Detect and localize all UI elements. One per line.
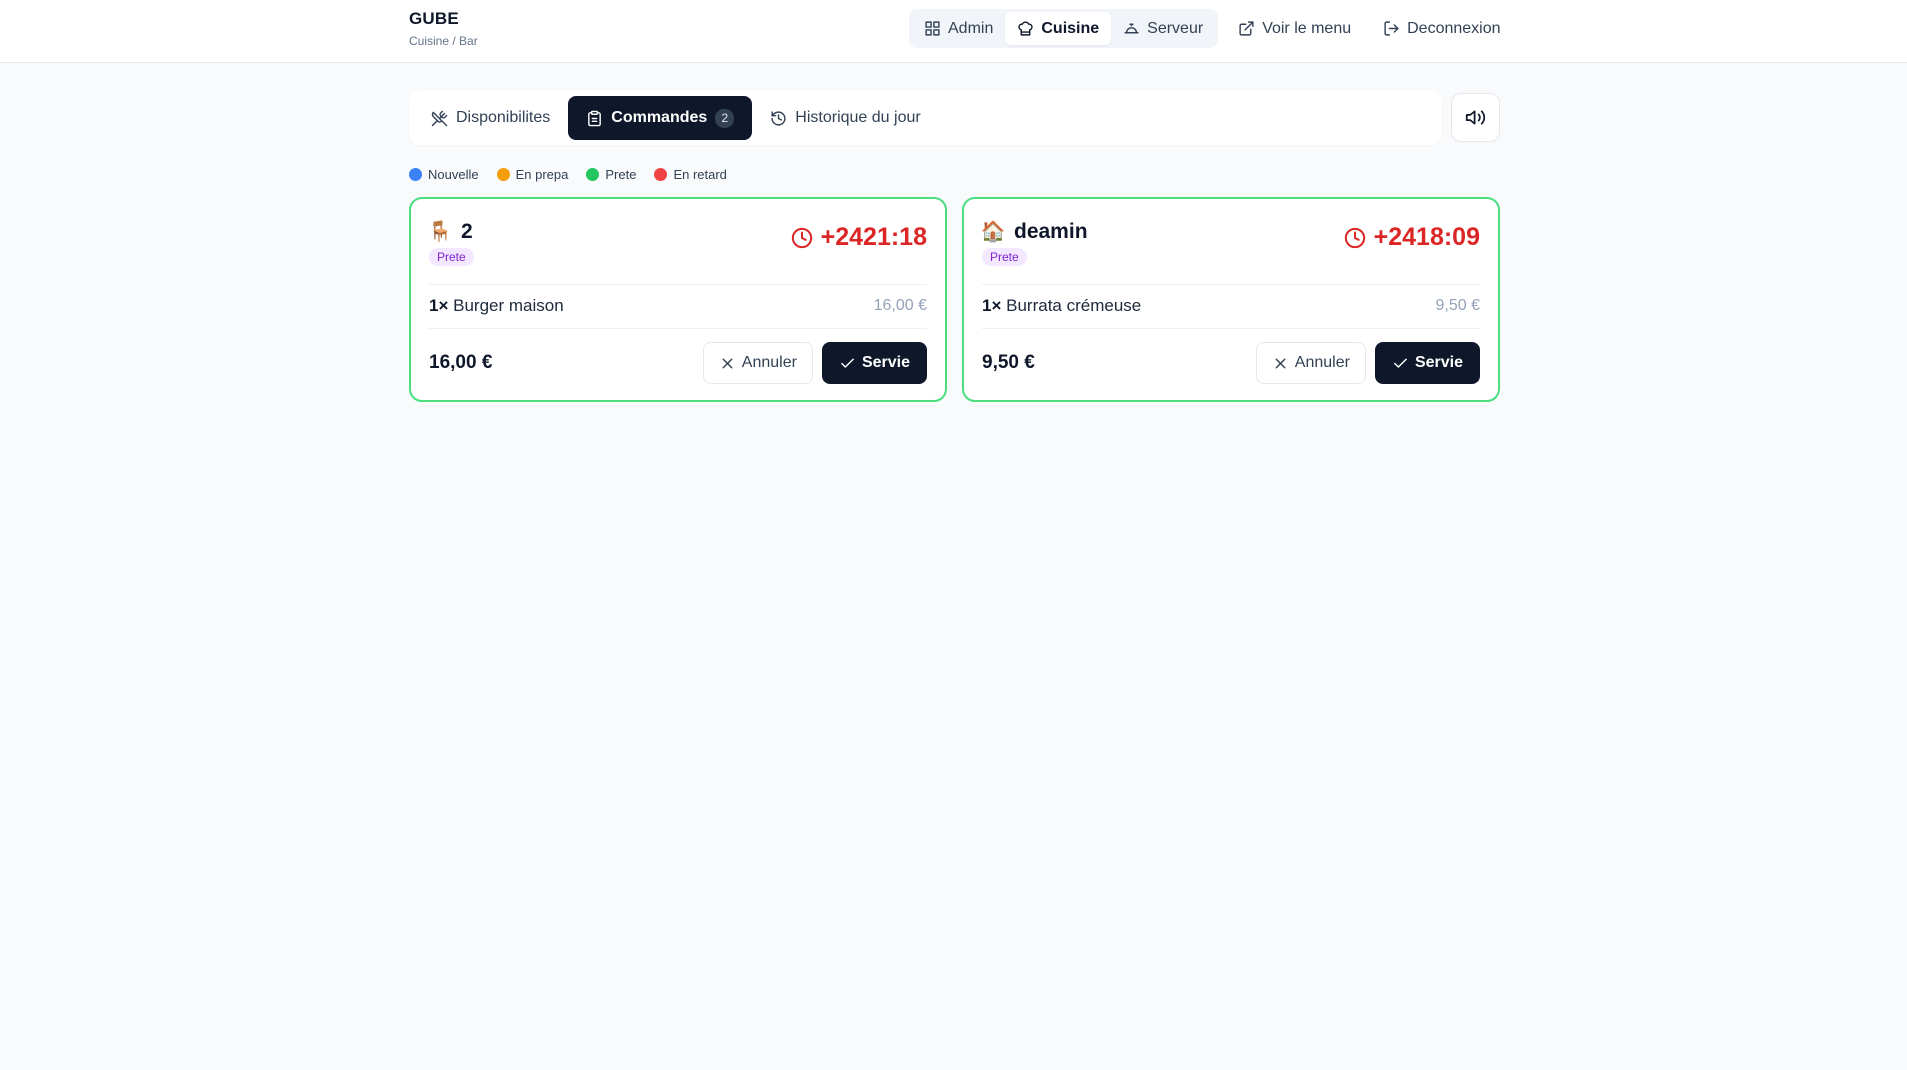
item-name: Burrata crémeuse: [1006, 296, 1142, 315]
chair-icon: 🪑: [427, 221, 453, 243]
order-timer: +2418:09: [1344, 223, 1480, 252]
legend-label: Prete: [605, 167, 637, 182]
view-cuisine-label: Cuisine: [1041, 19, 1100, 37]
view-switcher: Admin Cuisine Serveur: [909, 9, 1219, 48]
legend-label: En retard: [673, 167, 727, 182]
check-icon: [841, 358, 854, 368]
legend-label: Nouvelle: [428, 167, 479, 182]
legend-dot-blue: [409, 168, 422, 181]
top-nav: Admin Cuisine Serveur Voir le menu Decon…: [909, 9, 1507, 48]
legend-item-en-prepa: En prepa: [496, 167, 569, 182]
item-price: 16,00 €: [873, 297, 927, 314]
cancel-label: Annuler: [1294, 354, 1350, 371]
legend-dot-green: [586, 168, 600, 181]
order-card: 🪑 2 Prete +2421:18 1× Burger maison 16,0…: [409, 197, 947, 402]
view-menu-label: Voir le menu: [1262, 19, 1352, 37]
order-item-row: 1× Burger maison 16,00 €: [429, 296, 927, 316]
logout-icon: [1384, 21, 1399, 36]
view-cuisine-button[interactable]: Cuisine: [1005, 12, 1112, 45]
order-table-name: 2: [461, 219, 473, 243]
served-label: Servie: [1414, 354, 1463, 371]
tab-historique[interactable]: Historique du jour: [752, 96, 938, 140]
order-item-row: 1× Burrata crémeuse 9,50 €: [982, 296, 1480, 316]
item-quantity: 1×: [982, 296, 1002, 315]
cloche-icon: [1124, 23, 1139, 34]
logout-label: Deconnexion: [1407, 19, 1501, 37]
sound-toggle-button[interactable]: [1451, 93, 1500, 142]
history-icon: [771, 110, 786, 126]
brand-name: GUBE: [409, 9, 459, 28]
status-badge: Prete: [982, 248, 1027, 266]
order-timer: +2421:18: [791, 223, 927, 252]
clock-icon: [1344, 227, 1365, 248]
tab-disponibilites-label: Disponibilites: [456, 109, 551, 126]
served-label: Servie: [861, 354, 910, 371]
check-icon: [1394, 358, 1407, 368]
tab-disponibilites[interactable]: Disponibilites: [413, 96, 568, 140]
clock-icon: [791, 227, 812, 248]
cancel-label: Annuler: [741, 354, 797, 371]
order-total: 9,50 €: [982, 352, 1035, 373]
brand-subtitle: Cuisine / Bar: [409, 34, 478, 48]
logout-link[interactable]: Deconnexion: [1377, 9, 1506, 48]
close-icon: [1275, 358, 1286, 368]
chef-hat-icon: [1018, 21, 1034, 36]
item-price: 9,50 €: [1435, 297, 1480, 314]
order-card-header: 🪑 2 Prete +2421:18: [427, 219, 927, 269]
status-badge: Prete: [429, 248, 474, 266]
view-menu-link[interactable]: Voir le menu: [1232, 9, 1357, 48]
tab-commandes-label: Commandes: [611, 109, 708, 126]
divider: [429, 284, 927, 285]
legend-item-prete: Prete: [586, 167, 636, 182]
cancel-button[interactable]: Annuler: [702, 342, 813, 384]
order-timer-value: +2418:09: [1373, 223, 1480, 251]
orders-count-badge: 2: [715, 108, 735, 128]
app-header: GUBE Cuisine / Bar Admin Cuisine Serveur…: [0, 0, 1907, 63]
house-icon: 🏠: [980, 221, 1006, 243]
legend-dot-orange: [496, 168, 510, 181]
external-link-icon: [1239, 21, 1254, 36]
order-cards: 🪑 2 Prete +2421:18 1× Burger maison 16,0…: [409, 197, 1500, 402]
legend-label: En prepa: [515, 167, 569, 182]
legend-dot-red: [654, 168, 668, 181]
volume-icon: [1465, 110, 1486, 125]
tab-bar: Disponibilites Commandes 2 Historique du…: [409, 91, 1442, 145]
served-button[interactable]: Servie: [1374, 342, 1480, 384]
item-quantity: 1×: [429, 296, 449, 315]
divider: [982, 328, 1480, 329]
order-actions: Annuler Servie: [1255, 342, 1480, 384]
item-name: Burger maison: [453, 296, 564, 315]
legend-item-en-retard: En retard: [654, 167, 727, 182]
order-table-name: deamin: [1014, 219, 1088, 243]
brand: GUBE Cuisine / Bar: [409, 9, 478, 48]
order-card: 🏠 deamin Prete +2418:09 1× Burrata créme…: [962, 197, 1500, 402]
order-card-header: 🏠 deamin Prete +2418:09: [980, 219, 1480, 269]
clipboard-icon: [588, 110, 602, 126]
order-total: 16,00 €: [429, 352, 493, 373]
view-serveur-button[interactable]: Serveur: [1111, 12, 1215, 45]
view-admin-button[interactable]: Admin: [912, 12, 1005, 45]
tabs-row: Disponibilites Commandes 2 Historique du…: [409, 91, 1500, 145]
order-card-footer: 16,00 € Annuler Servie: [429, 342, 927, 384]
cancel-button[interactable]: Annuler: [1255, 342, 1366, 384]
order-card-footer: 9,50 € Annuler Servie: [982, 342, 1480, 384]
served-button[interactable]: Servie: [821, 342, 927, 384]
tab-historique-label: Historique du jour: [795, 109, 921, 126]
view-admin-label: Admin: [948, 19, 994, 37]
status-legend: Nouvelle En prepa Prete En retard: [409, 167, 727, 182]
order-timer-value: +2421:18: [820, 223, 927, 251]
utensils-crossed-icon: [431, 110, 448, 126]
legend-item-nouvelle: Nouvelle: [409, 167, 479, 182]
tab-commandes[interactable]: Commandes 2: [568, 96, 753, 140]
divider: [429, 328, 927, 329]
view-serveur-label: Serveur: [1147, 19, 1204, 37]
grid-icon: [925, 21, 940, 36]
order-actions: Annuler Servie: [702, 342, 927, 384]
close-icon: [722, 358, 733, 368]
divider: [982, 284, 1480, 285]
